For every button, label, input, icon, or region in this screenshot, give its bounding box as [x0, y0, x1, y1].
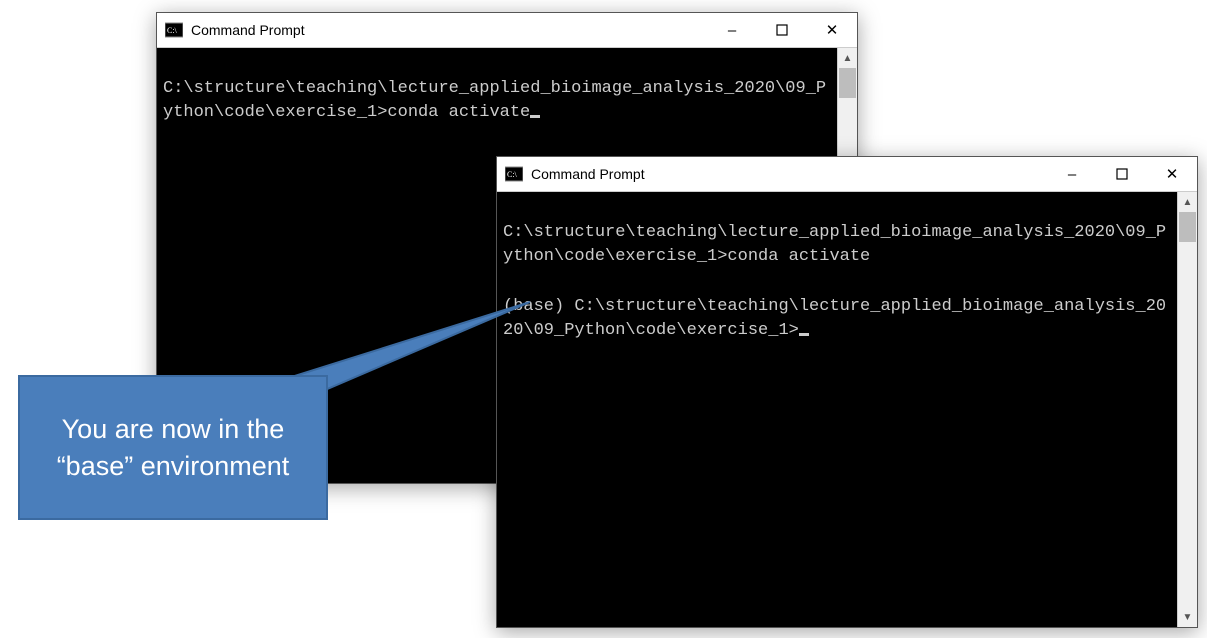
window-title: Command Prompt [531, 166, 1047, 182]
window-controls: – ✕ [707, 13, 857, 47]
command-prompt-window-2: C:\ Command Prompt – ✕ C:\structure\teac… [496, 156, 1198, 628]
close-button[interactable]: ✕ [1147, 157, 1197, 191]
cmd-icon: C:\ [165, 21, 183, 39]
window-controls: – ✕ [1047, 157, 1197, 191]
text-cursor [530, 115, 540, 118]
callout-text: You are now in the “base” environment [34, 411, 312, 484]
window-title: Command Prompt [191, 22, 707, 38]
close-button[interactable]: ✕ [807, 13, 857, 47]
cmd-icon: C:\ [505, 165, 523, 183]
scroll-up-arrow[interactable]: ▲ [1178, 192, 1197, 212]
scroll-thumb[interactable] [1179, 212, 1196, 242]
maximize-button[interactable] [757, 13, 807, 47]
maximize-button[interactable] [1097, 157, 1147, 191]
titlebar[interactable]: C:\ Command Prompt – ✕ [497, 157, 1197, 192]
titlebar[interactable]: C:\ Command Prompt – ✕ [157, 13, 857, 48]
vertical-scrollbar[interactable]: ▲ ▼ [1177, 192, 1197, 627]
scroll-track[interactable] [1178, 212, 1197, 607]
scroll-thumb[interactable] [839, 68, 856, 98]
text-cursor [799, 333, 809, 336]
svg-text:C:\: C:\ [167, 26, 178, 35]
annotation-callout: You are now in the “base” environment [18, 375, 328, 520]
terminal-output[interactable]: C:\structure\teaching\lecture_applied_bi… [497, 192, 1177, 627]
scroll-down-arrow[interactable]: ▼ [1178, 607, 1197, 627]
minimize-button[interactable]: – [707, 13, 757, 47]
client-area: C:\structure\teaching\lecture_applied_bi… [497, 192, 1197, 627]
svg-text:C:\: C:\ [507, 170, 518, 179]
minimize-button[interactable]: – [1047, 157, 1097, 191]
scroll-up-arrow[interactable]: ▲ [838, 48, 857, 68]
